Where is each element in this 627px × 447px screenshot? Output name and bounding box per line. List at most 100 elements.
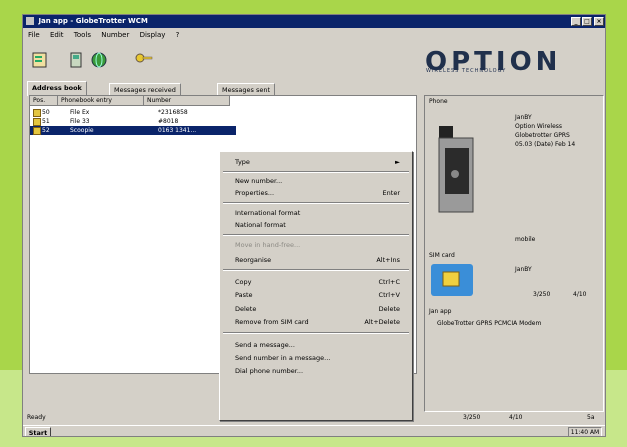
menu-item-label: Copy	[235, 278, 252, 286]
tab-label: Address book	[32, 84, 82, 92]
maximize-button[interactable]: □	[582, 17, 592, 26]
menu-item-label: Send number in a message...	[235, 354, 331, 362]
menu-display[interactable]: Display	[140, 31, 166, 39]
app-window: Jan app - GlobeTrotter WCM _ □ × File Ed…	[22, 14, 606, 437]
menu-item-copy[interactable]: Copy Ctrl+C	[235, 277, 405, 287]
menu-edit[interactable]: Edit	[50, 31, 64, 39]
menu-separator	[223, 234, 409, 236]
list-row-selected[interactable]: 52 Scoopie 0163 1341...	[30, 126, 236, 135]
contact-icon	[33, 109, 41, 117]
tab-address-book[interactable]: Address book	[27, 81, 87, 96]
start-button[interactable]: Start	[25, 427, 51, 436]
menu-item-international-format[interactable]: International format	[235, 208, 405, 218]
pcmcia-card-icon	[438, 126, 474, 213]
sim-section-title: SIM card	[429, 252, 455, 259]
menu-item-label: International format	[235, 209, 301, 217]
contact-icon	[33, 127, 41, 135]
menu-item-label: Reorganise	[235, 256, 272, 264]
menu-item-reorganise[interactable]: Reorganise Alt+Ins	[235, 255, 405, 265]
menu-item-send-number[interactable]: Send number in a message...	[235, 353, 405, 363]
key-icon[interactable]	[135, 51, 153, 69]
submenu-arrow-icon: ►	[395, 158, 400, 166]
menu-separator	[223, 202, 409, 204]
menu-tools[interactable]: Tools	[74, 31, 91, 39]
menu-item-label: Dial phone number...	[235, 367, 304, 375]
menu-separator	[223, 332, 409, 334]
phone-section-title: Phone	[429, 98, 448, 105]
menu-item-shortcut: Ctrl+C	[378, 278, 400, 286]
column-header-pos[interactable]: Pos.	[30, 96, 58, 106]
menu-item-type[interactable]: Type ►	[235, 157, 405, 167]
menu-separator	[223, 171, 409, 173]
menu-file[interactable]: File	[28, 31, 40, 39]
menu-item-label: Properties...	[235, 189, 275, 197]
sim-name: JanBY	[515, 266, 532, 273]
menu-number[interactable]: Number	[101, 31, 129, 39]
status-bar: Ready 3/250 4/10 5a	[23, 413, 605, 423]
phone-line: Globetrotter GPRS	[515, 132, 570, 139]
menu-item-new-number[interactable]: New number...	[235, 176, 405, 186]
phone-manager-icon[interactable]	[70, 51, 88, 69]
network-globe-icon[interactable]	[90, 51, 108, 69]
row-number: 0163 1341...	[158, 127, 197, 134]
column-header-number[interactable]: Number	[144, 96, 230, 106]
menu-item-national-format[interactable]: National format	[235, 220, 405, 230]
phone-line: Option Wireless	[515, 123, 563, 130]
phone-line: 05.03 (Date) Feb 14	[515, 141, 576, 148]
context-menu: Type ► New number... Properties... Enter I…	[219, 151, 413, 421]
address-book-icon[interactable]	[31, 51, 49, 69]
row-entry: File 33	[70, 118, 90, 125]
menu-item-label: Remove from SIM card	[235, 318, 309, 326]
menu-item-label: Paste	[235, 291, 253, 299]
menu-item-paste[interactable]: Paste Ctrl+V	[235, 290, 405, 300]
row-entry: File Ex	[70, 109, 90, 116]
modem-name: GlobeTrotter GPRS PCMCIA Modem	[437, 320, 542, 327]
menu-item-send-message[interactable]: Send a message...	[235, 340, 405, 350]
menu-item-properties[interactable]: Properties... Enter	[235, 188, 405, 198]
menu-item-shortcut: Enter	[382, 189, 400, 197]
contact-icon	[33, 118, 41, 126]
taskbar-clock: 11:40 AM	[568, 427, 602, 436]
phone-status: mobile	[515, 236, 536, 243]
menu-item-shortcut: Alt+Ins	[376, 256, 400, 264]
row-number: #8018	[158, 118, 179, 125]
menu-item-label: National format	[235, 221, 286, 229]
phone-line: JanBY	[515, 114, 532, 121]
row-entry: Scoopie	[70, 127, 94, 134]
column-header-entry[interactable]: Phonebook entry	[58, 96, 144, 106]
row-pos: 50	[42, 109, 50, 116]
status-count-messages: 4/10	[509, 414, 523, 421]
sim-count-contacts: 3/250	[533, 291, 551, 298]
menu-item-dial[interactable]: Dial phone number...	[235, 366, 405, 376]
row-pos: 51	[42, 118, 50, 125]
option-logo-subtitle: WIRELESS TECHNOLOGY	[426, 68, 507, 74]
menu-item-shortcut: Alt+Delete	[364, 318, 400, 326]
tab-label: Messages sent	[222, 86, 270, 94]
menu-item-shortcut: Delete	[378, 305, 400, 313]
status-extra: 5a	[587, 414, 595, 421]
status-count-contacts: 3/250	[463, 414, 481, 421]
list-row[interactable]: 51 File 33 #8018	[30, 117, 416, 126]
menu-bar: File Edit Tools Number Display ?	[23, 29, 605, 42]
menu-item-label: Send a message...	[235, 341, 295, 349]
menu-item-remove-from-sim[interactable]: Remove from SIM card Alt+Delete	[235, 317, 405, 327]
menu-help[interactable]: ?	[176, 31, 180, 39]
sim-count-messages: 4/10	[573, 291, 587, 298]
close-button[interactable]: ×	[594, 17, 604, 26]
list-row[interactable]: 50 File Ex *2316858	[30, 108, 416, 117]
taskbar: Start 11:40 AM	[23, 425, 605, 436]
menu-item-label: New number...	[235, 177, 283, 185]
menu-item-move-disabled: Move in hand-free...	[235, 240, 405, 250]
app-icon	[26, 17, 34, 25]
menu-item-label: Move in hand-free...	[235, 241, 301, 249]
row-number: *2316858	[158, 109, 188, 116]
minimize-button[interactable]: _	[571, 17, 581, 26]
tab-label: Messages received	[114, 86, 176, 94]
title-bar: Jan app - GlobeTrotter WCM _ □ ×	[23, 15, 605, 28]
menu-separator	[223, 269, 409, 271]
menu-item-shortcut: Ctrl+V	[378, 291, 400, 299]
menu-item-label: Delete	[235, 305, 257, 313]
row-pos: 52	[42, 127, 50, 134]
menu-item-delete[interactable]: Delete Delete	[235, 304, 405, 314]
sim-card-icon	[431, 264, 473, 296]
